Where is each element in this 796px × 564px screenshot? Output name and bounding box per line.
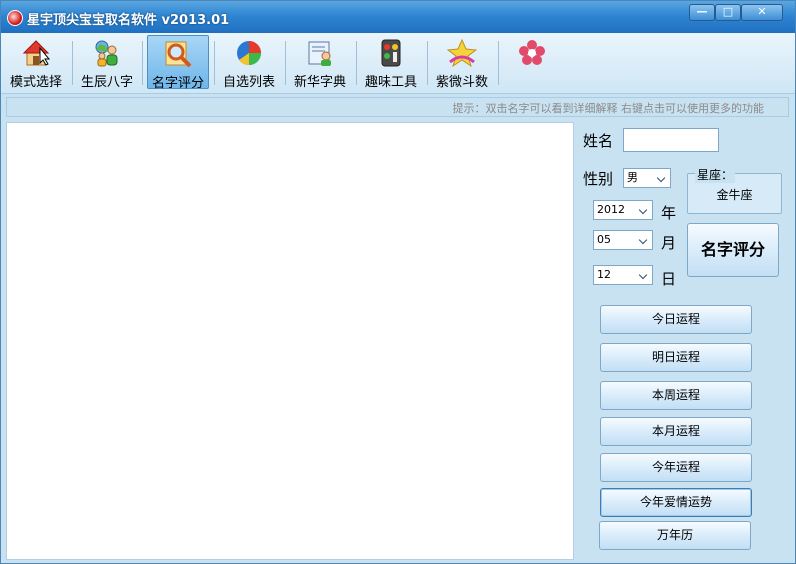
toolbar-separator (72, 41, 73, 85)
month-fortune-button[interactable]: 本月运程 (600, 417, 752, 446)
close-icon: ✕ (757, 5, 767, 18)
toolbar-dictionary[interactable]: 新华字典 (289, 35, 351, 90)
toolbar-separator (427, 41, 428, 85)
results-list[interactable] (6, 122, 574, 560)
today-fortune-button[interactable]: 今日运程 (600, 305, 752, 334)
toolbar-separator (214, 41, 215, 85)
magnifier-icon (165, 41, 192, 68)
gender-label: 性别 (583, 170, 614, 188)
zodiac-title: 星座： (695, 166, 736, 183)
toolbar-custom-list[interactable]: 自选列表 (218, 35, 280, 90)
zodiac-value: 金牛座 (716, 188, 753, 202)
toolbar-ziwei[interactable]: 紫微斗数 (431, 35, 493, 90)
name-input[interactable] (623, 128, 719, 152)
toolbar-separator (356, 41, 357, 85)
year-label: 年 (661, 204, 677, 222)
maximize-icon: □ (722, 5, 734, 18)
side-panel: 姓名 性别 男 星座： 金牛座 2012 年 05 月 12 日 名字评分 今日… (576, 117, 790, 561)
maximize-button[interactable]: □ (715, 4, 741, 21)
hint-bar: 提示：双击名字可以看到详细解释 右键点击可以使用更多的功能 (6, 97, 789, 117)
year-select[interactable]: 2012 (593, 200, 653, 220)
toolbar-name-score[interactable]: 名字评分 (147, 35, 209, 91)
toolbar-separator (498, 41, 499, 85)
tools-icon (381, 39, 401, 67)
month-select[interactable]: 05 (593, 230, 653, 250)
love-fortune-button[interactable]: 今年爱情运势 (600, 488, 752, 517)
toolbar-label: 自选列表 (222, 75, 275, 90)
toolbar-label: 名字评分 (151, 76, 204, 91)
star-icon (447, 38, 477, 68)
toolbar-label: 模式选择 (9, 75, 62, 90)
chevron-down-icon (636, 201, 652, 219)
year-fortune-button[interactable]: 今年运程 (600, 453, 752, 482)
title-bar[interactable]: 星宇顶尖宝宝取名软件 v2013.01 — □ ✕ (1, 1, 795, 33)
flower-icon (519, 40, 545, 65)
house-icon (22, 40, 51, 66)
minimize-button[interactable]: — (689, 4, 715, 21)
toolbar-separator (285, 41, 286, 85)
gender-select[interactable]: 男 (623, 168, 671, 188)
app-window: 星宇顶尖宝宝取名软件 v2013.01 — □ ✕ 模式选择 生辰八字 名字评分… (0, 0, 796, 564)
hint-text: 提示：双击名字可以看到详细解释 右键点击可以使用更多的功能 (452, 102, 765, 115)
toolbar: 模式选择 生辰八字 名字评分 自选列表 新华字典 趣味工具 紫微斗数 (1, 33, 795, 94)
day-label: 日 (661, 270, 677, 288)
gender-value: 男 (627, 171, 638, 184)
zodiac-group: 星座： 金牛座 (687, 166, 782, 214)
chevron-down-icon (654, 169, 670, 187)
week-fortune-button[interactable]: 本周运程 (600, 381, 752, 410)
app-logo-icon (7, 10, 23, 26)
day-select[interactable]: 12 (593, 265, 653, 285)
year-value: 2012 (597, 203, 625, 216)
close-button[interactable]: ✕ (741, 4, 783, 21)
toolbar-birth-chart[interactable]: 生辰八字 (76, 35, 138, 90)
minimize-icon: — (696, 5, 708, 18)
pie-chart-icon (237, 41, 261, 66)
toolbar-separator (142, 41, 143, 85)
chevron-down-icon (636, 231, 652, 249)
calendar-button[interactable]: 万年历 (599, 521, 751, 550)
toolbar-extra[interactable] (506, 35, 558, 89)
month-value: 05 (597, 233, 611, 246)
dictionary-icon (308, 41, 331, 66)
toolbar-label: 紫微斗数 (435, 75, 488, 90)
name-score-button[interactable]: 名字评分 (687, 223, 779, 277)
day-value: 12 (597, 268, 611, 281)
toolbar-label: 新华字典 (293, 75, 346, 90)
toolbar-fun-tools[interactable]: 趣味工具 (360, 35, 422, 90)
toolbar-mode-select[interactable]: 模式选择 (5, 35, 67, 90)
chevron-down-icon (636, 266, 652, 284)
window-title: 星宇顶尖宝宝取名软件 v2013.01 (27, 13, 230, 28)
month-label: 月 (661, 234, 677, 252)
toolbar-label: 生辰八字 (80, 75, 133, 90)
people-icon (95, 40, 118, 67)
name-label: 姓名 (583, 132, 614, 150)
tomorrow-fortune-button[interactable]: 明日运程 (600, 343, 752, 372)
toolbar-label: 趣味工具 (364, 75, 417, 90)
